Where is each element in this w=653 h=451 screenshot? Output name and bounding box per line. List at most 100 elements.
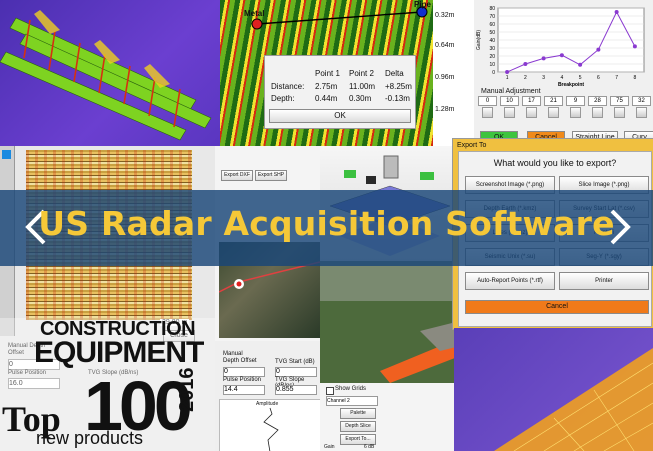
logo-subtitle: new products <box>36 428 144 448</box>
chevron-right-icon[interactable] <box>604 207 634 247</box>
amplitude-plot: Amplitude <box>219 399 320 451</box>
data-point[interactable] <box>523 62 528 66</box>
measurement-dialog: Point 1 Point 2 Delta Distance: 2.75m 11… <box>264 55 416 129</box>
play-icon[interactable] <box>2 150 11 159</box>
y-tick-label: 0 <box>492 70 495 76</box>
banner-title: US Radar Acquisition Software <box>38 204 615 243</box>
y-tick-label: 50 <box>489 30 495 36</box>
dialog-title: Export To <box>457 142 487 149</box>
export-question: What would you like to export? <box>493 158 617 168</box>
data-point[interactable] <box>614 10 619 14</box>
depth-label: Depth: <box>271 94 295 103</box>
tvg-slope-field[interactable]: 0.855 <box>275 385 317 395</box>
spinner-icon[interactable] <box>526 107 537 118</box>
palette-button[interactable]: Palette <box>340 408 376 419</box>
spinner-icon[interactable] <box>614 107 625 118</box>
amplitude-trace <box>263 407 279 451</box>
gain-curve-panel: 0 10 20 30 40 50 60 70 80 1 2 3 4 5 6 7 8 Breakpoint Gain(… <box>474 0 653 146</box>
adjustment-field[interactable]: 21 <box>544 96 563 106</box>
depth-p1: 0.44m <box>315 94 338 103</box>
export-option-button[interactable]: Auto-Report Points (*.rtf) <box>465 272 555 290</box>
spinner-icon[interactable] <box>636 107 647 118</box>
x-tick-label: 8 <box>633 75 636 81</box>
depth-tick: 0.32m <box>435 12 455 19</box>
depth-offset-label: Manual Depth Offset <box>223 351 257 364</box>
depth-p2: 0.30m <box>349 94 372 103</box>
pulse-position-label: Pulse Position <box>223 377 262 383</box>
data-point[interactable] <box>632 44 637 49</box>
ok-button[interactable]: OK <box>269 109 411 123</box>
spinner-icon[interactable] <box>504 107 515 118</box>
gain-value: 6 dB <box>364 444 375 450</box>
y-tick-label: 30 <box>489 46 495 52</box>
pulse-position-field[interactable]: 14.4 <box>223 385 265 395</box>
distance-label: Distance: <box>271 82 305 91</box>
spinner-icon[interactable] <box>482 107 493 118</box>
y-tick-label: 10 <box>489 62 495 68</box>
radar-slices-graphic <box>0 10 212 141</box>
metal-marker[interactable] <box>251 18 263 30</box>
x-tick-label: 1 <box>506 75 509 81</box>
data-point[interactable] <box>541 56 546 61</box>
show-grids-label: Show Grids <box>335 386 367 392</box>
data-point[interactable] <box>505 70 510 74</box>
adjustment-row: 0 10 17 21 9 28 75 32 <box>478 96 653 118</box>
export-shp-button[interactable]: Export SHP <box>255 170 287 181</box>
header-point2: Point 2 <box>349 69 374 78</box>
depth-offset-field[interactable]: 0 <box>223 367 265 377</box>
grid-3d-view <box>454 328 653 451</box>
cancel-button[interactable]: Cancel <box>465 300 649 314</box>
export-dxf-button[interactable]: Export DXF <box>221 170 253 181</box>
y-tick-label: 60 <box>489 22 495 28</box>
adjustment-field[interactable]: 32 <box>632 96 651 106</box>
x-tick-label: 2 <box>524 75 527 81</box>
y-tick-label: 70 <box>489 14 495 20</box>
data-point[interactable] <box>578 62 583 67</box>
adjustment-field[interactable]: 9 <box>566 96 585 106</box>
adjustment-field[interactable]: 17 <box>522 96 541 106</box>
x-tick-label: 4 <box>560 75 563 81</box>
depth-axis: 0.32m 0.64m 0.96m 1.28m <box>433 0 456 146</box>
export-option-button[interactable]: Printer <box>559 272 649 290</box>
header-delta: Delta <box>385 69 404 78</box>
depth-slice-button[interactable]: Depth Slice <box>340 421 376 432</box>
spinner-icon[interactable] <box>570 107 581 118</box>
adjustment-field[interactable]: 75 <box>610 96 629 106</box>
pipe-label: Pipe <box>414 0 431 9</box>
y-axis-label: Gain(dB) <box>476 30 482 50</box>
tvg-start-label: TVG Start (dB) <box>275 359 315 365</box>
x-tick-label: 7 <box>615 75 618 81</box>
header-point1: Point 1 <box>315 69 340 78</box>
spinner-icon[interactable] <box>592 107 603 118</box>
y-tick-label: 40 <box>489 38 495 44</box>
distance-delta: +8.25m <box>385 82 412 91</box>
spinner-icon[interactable] <box>548 107 559 118</box>
adjustment-field[interactable]: 10 <box>500 96 519 106</box>
y-tick-label: 20 <box>489 54 495 60</box>
gain-label: Gain <box>324 444 335 450</box>
distance-p1: 2.75m <box>315 82 338 91</box>
data-point[interactable] <box>559 53 564 58</box>
manual-adjustment-label: Manual Adjustment <box>481 88 541 95</box>
depth-tick: 0.64m <box>435 42 455 49</box>
depth-delta: -0.13m <box>385 94 410 103</box>
metal-label: Metal <box>244 9 265 18</box>
x-tick-label: 5 <box>579 75 582 81</box>
show-grids-checkbox[interactable] <box>326 387 334 395</box>
processing-settings-panel: Manual Depth Offset 0 Pulse Position 14.… <box>215 341 320 451</box>
x-tick-label: 6 <box>597 75 600 81</box>
tvg-start-field[interactable]: 0 <box>275 367 317 377</box>
x-axis-label: Breakpoint <box>558 82 584 88</box>
x-tick-label: 3 <box>542 75 545 81</box>
grid-controls-panel: Show Grids Channel 2 Palette Depth Slice… <box>320 383 454 451</box>
separator-strip <box>456 0 474 146</box>
data-point[interactable] <box>596 47 601 52</box>
gain-chart: 0 10 20 30 40 50 60 70 80 1 2 3 4 5 6 7 8 Breakpoint Gain(… <box>476 6 645 88</box>
adjustment-field[interactable]: 0 <box>478 96 497 106</box>
radar-3d-slices-view <box>0 0 220 146</box>
depth-tick: 0.96m <box>435 74 455 81</box>
depth-tick: 1.28m <box>435 106 455 113</box>
radar-heatmap-view: Metal Pipe 0.32m 0.64m 0.96m 1.28m Point… <box>220 0 456 146</box>
channel-select[interactable]: Channel 2 <box>326 396 378 406</box>
adjustment-field[interactable]: 28 <box>588 96 607 106</box>
